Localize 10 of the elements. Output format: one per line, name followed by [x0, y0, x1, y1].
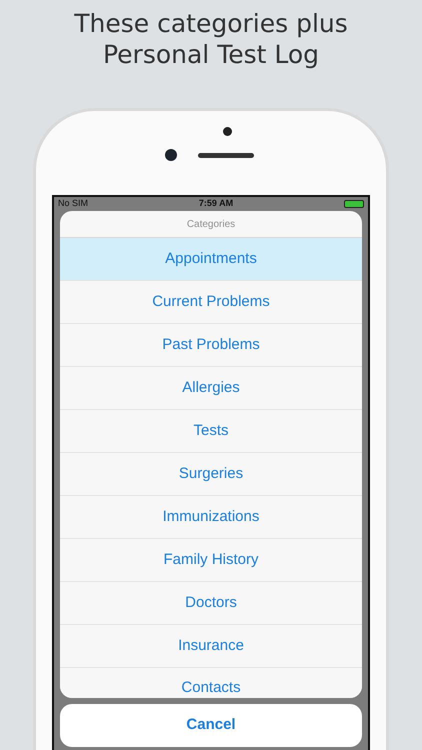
- camera-icon: [165, 149, 177, 161]
- battery-icon: [344, 200, 364, 208]
- caption-line: These categories plus: [74, 8, 348, 39]
- carrier-label: No SIM: [58, 197, 88, 210]
- category-option[interactable]: Appointments: [60, 238, 362, 281]
- caption-line: Personal Test Log: [102, 39, 320, 70]
- speaker-icon: [198, 153, 254, 158]
- cancel-button[interactable]: Cancel: [60, 704, 362, 747]
- time-label: 7:59 AM: [198, 197, 234, 210]
- sensor-icon: [223, 127, 232, 136]
